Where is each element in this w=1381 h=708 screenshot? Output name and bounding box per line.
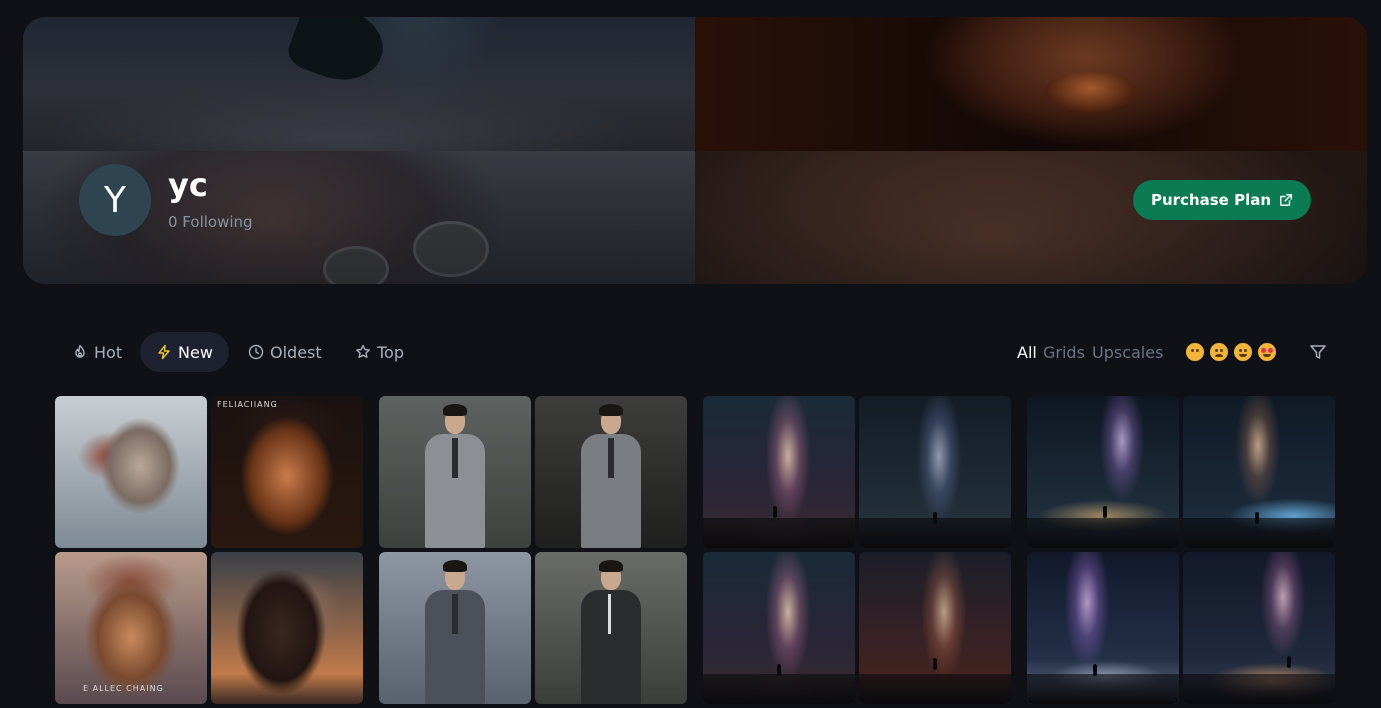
- image-thumbnail[interactable]: [55, 396, 207, 548]
- external-link-icon: [1280, 194, 1292, 206]
- image-thumbnail[interactable]: [703, 396, 855, 548]
- image-caption: E ALLEC CHAING: [83, 684, 164, 693]
- lightning-icon: [158, 344, 170, 360]
- image-thumbnail[interactable]: [1183, 396, 1335, 548]
- tab-hot-label: Hot: [94, 342, 123, 362]
- image-thumbnail[interactable]: [379, 552, 531, 704]
- image-thumbnail[interactable]: [703, 552, 855, 704]
- image-thumbnail[interactable]: [535, 552, 687, 704]
- profile-banner: [23, 17, 1367, 284]
- image-thumbnail[interactable]: [535, 396, 687, 548]
- image-thumbnail[interactable]: [859, 396, 1011, 548]
- tab-top-label: Top: [377, 342, 404, 362]
- image-thumbnail[interactable]: FELIACIIANG: [211, 396, 363, 548]
- flame-icon: [75, 344, 85, 358]
- purchase-plan-button[interactable]: Purchase Plan: [1133, 180, 1311, 220]
- image-thumbnail[interactable]: E ALLEC CHAING: [55, 552, 207, 704]
- grinning-face-icon[interactable]: [1234, 343, 1252, 361]
- filter-upscales[interactable]: Upscales: [1092, 343, 1163, 362]
- filter-grids[interactable]: Grids: [1043, 343, 1085, 362]
- purchase-plan-label: Purchase Plan: [1150, 191, 1272, 209]
- tab-new-label: New: [178, 342, 213, 362]
- username: yc: [168, 166, 208, 204]
- following-count[interactable]: 0 Following: [168, 213, 253, 231]
- heart-eyes-face-icon[interactable]: [1258, 343, 1276, 361]
- clock-icon: [248, 344, 264, 360]
- star-icon: [356, 344, 370, 358]
- avatar: Y: [79, 164, 151, 236]
- image-thumbnail[interactable]: [1027, 396, 1179, 548]
- weary-face-icon[interactable]: [1210, 343, 1228, 361]
- image-thumbnail[interactable]: [1183, 552, 1335, 704]
- tab-oldest-label: Oldest: [270, 342, 322, 362]
- tab-oldest[interactable]: Oldest: [236, 332, 334, 372]
- tab-hot[interactable]: Hot: [60, 332, 134, 372]
- filter-icon[interactable]: [1309, 343, 1327, 361]
- image-thumbnail[interactable]: [211, 552, 363, 704]
- filter-all[interactable]: All: [1017, 343, 1037, 362]
- image-thumbnail[interactable]: [859, 552, 1011, 704]
- tab-top[interactable]: Top: [343, 332, 416, 372]
- tab-new[interactable]: New: [140, 332, 229, 372]
- image-thumbnail[interactable]: [379, 396, 531, 548]
- flushed-face-icon[interactable]: [1186, 343, 1204, 361]
- image-thumbnail[interactable]: [1027, 552, 1179, 704]
- image-caption: FELIACIIANG: [217, 400, 278, 409]
